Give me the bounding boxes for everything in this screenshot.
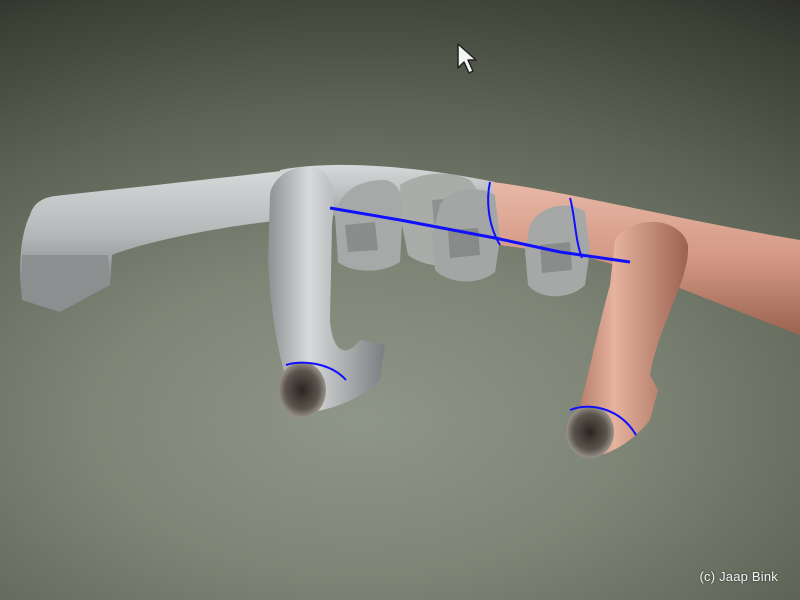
- pipe-model: [20, 164, 800, 458]
- skin-leg-right-opening: [566, 406, 614, 458]
- arrow-cursor-icon: [457, 43, 477, 74]
- grey-leg-left-opening: [278, 362, 326, 418]
- grey-runner-left-end: [22, 255, 110, 312]
- flange-3: [432, 189, 500, 282]
- copyright-watermark: (c) Jaap Bink: [699, 569, 778, 584]
- 3d-viewport[interactable]: (c) Jaap Bink: [0, 0, 800, 600]
